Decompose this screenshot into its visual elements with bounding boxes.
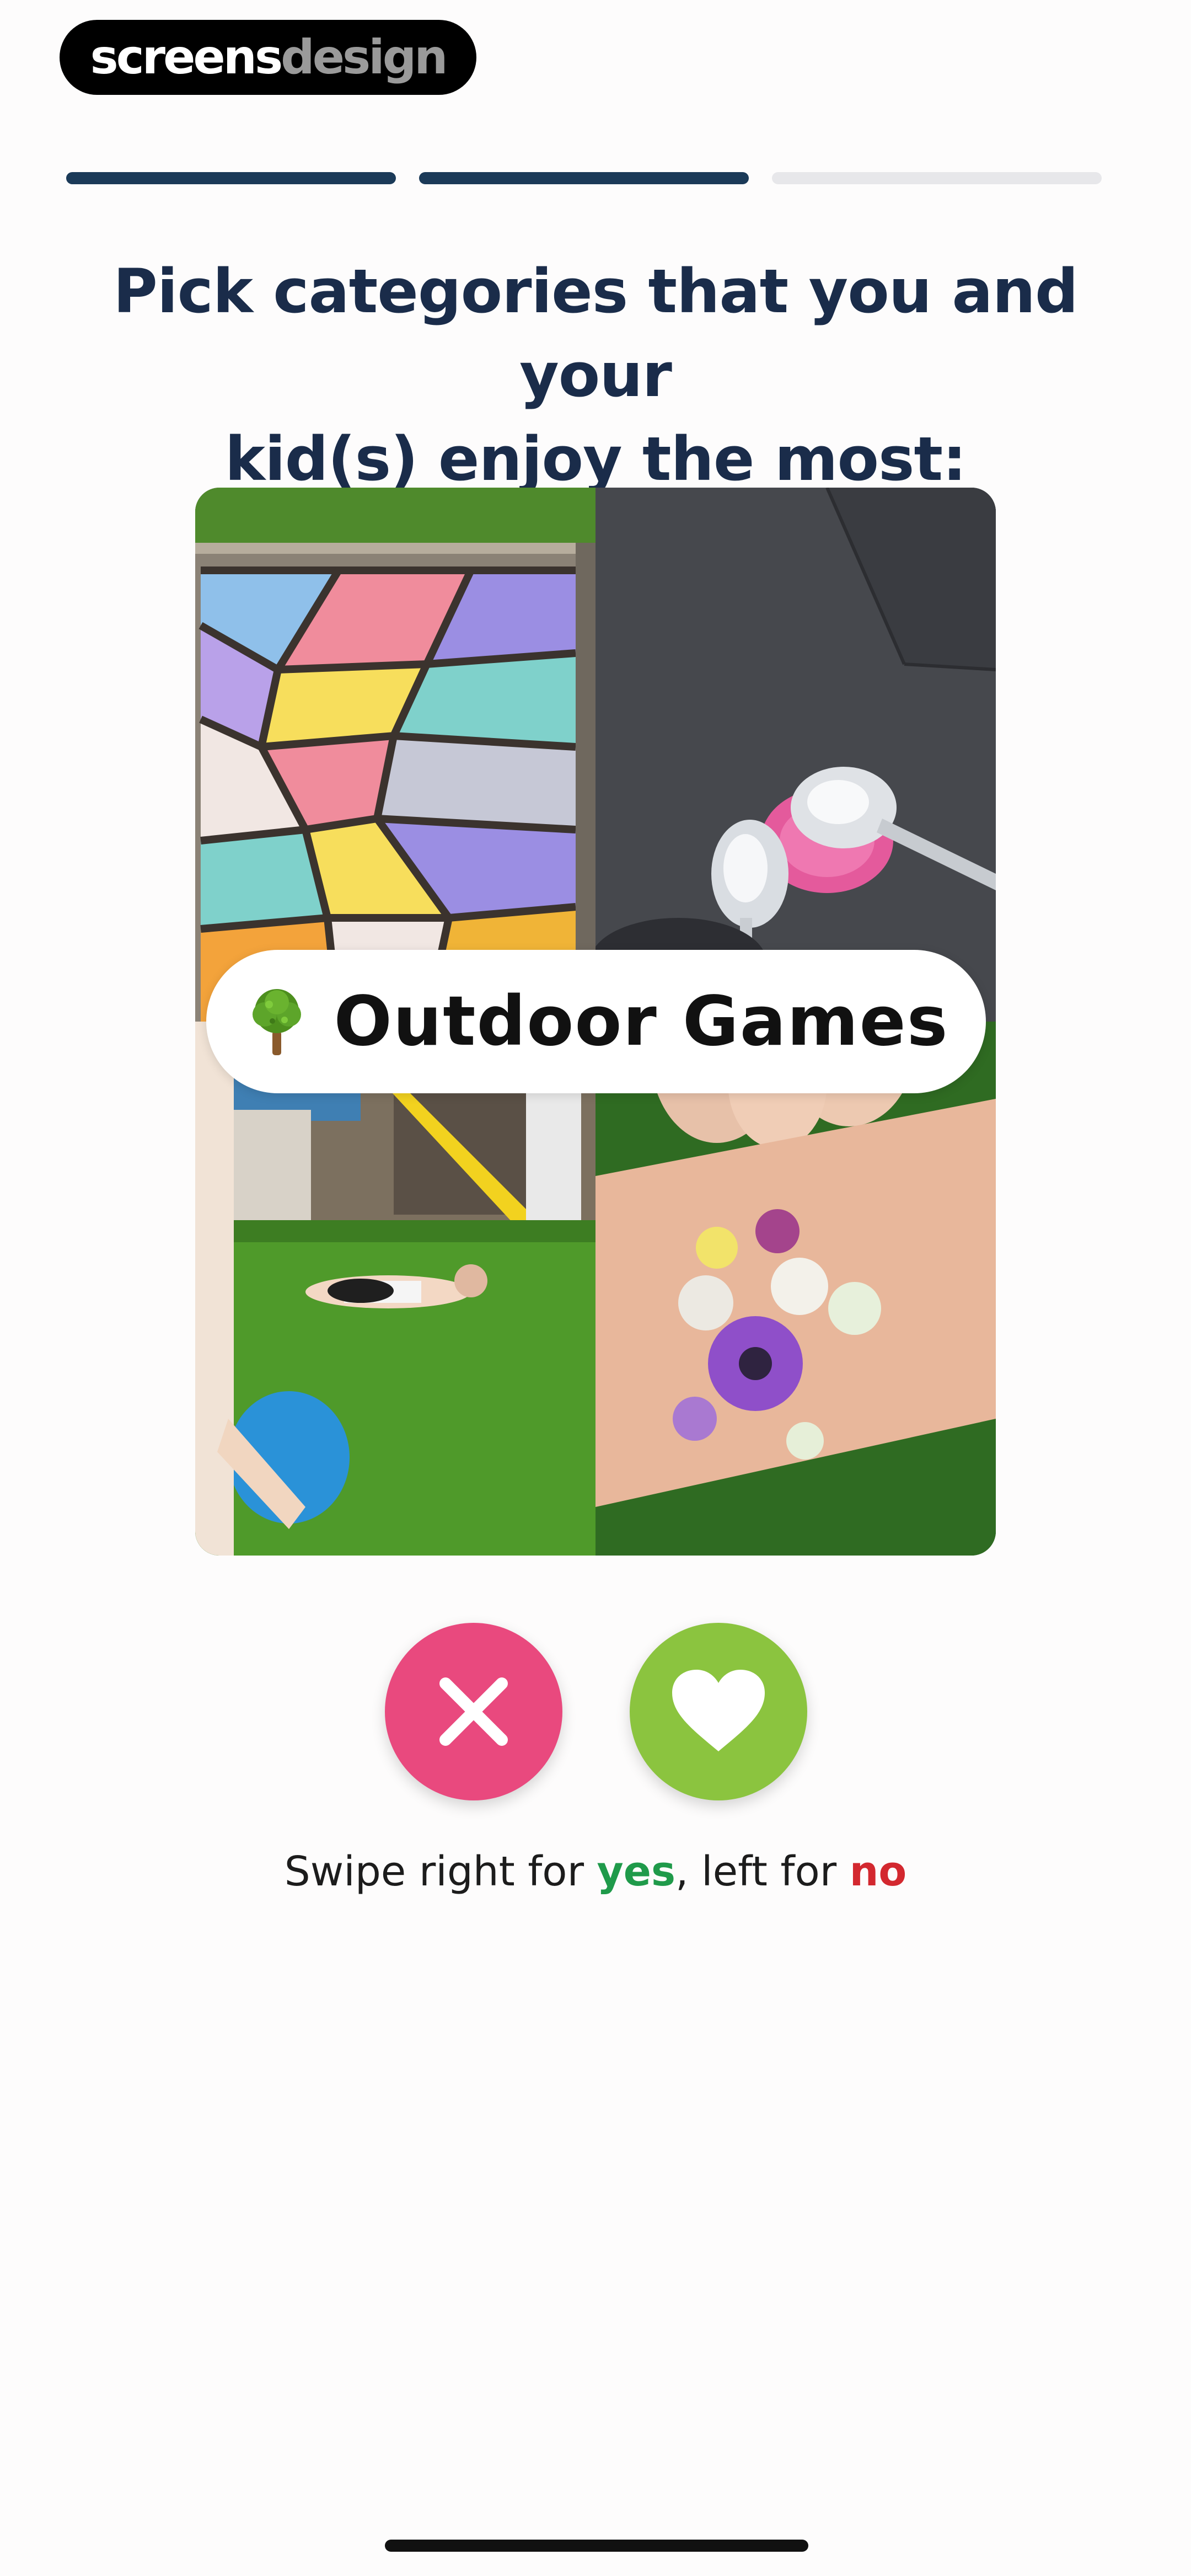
category-name: Outdoor Games — [334, 982, 949, 1061]
swipe-hint-middle: , left for — [675, 1848, 850, 1895]
chalk-art-photo — [195, 488, 596, 1022]
swipe-hint: Swipe right for yes, left for no — [0, 1848, 1191, 1895]
spoon-game-photo — [596, 488, 996, 1022]
progress-step-3 — [772, 172, 1102, 184]
close-x-icon — [439, 1677, 508, 1746]
watermark-part-2: design — [281, 30, 448, 85]
category-label-pill: Outdoor Games — [206, 950, 986, 1093]
kids-backyard-photo — [195, 1022, 596, 1556]
swipe-hint-no: no — [849, 1848, 907, 1895]
progress-step-2 — [419, 172, 749, 184]
progress-step-1 — [66, 172, 396, 184]
onboarding-progress — [66, 172, 1102, 184]
home-indicator[interactable] — [385, 2540, 808, 2552]
page-title-line-1: Pick categories that you and your — [113, 256, 1078, 410]
screensdesign-watermark: screens design — [60, 20, 476, 95]
like-button[interactable] — [630, 1623, 807, 1800]
heart-icon — [672, 1670, 765, 1751]
swipe-hint-prefix: Swipe right for — [284, 1848, 597, 1895]
flower-bracelet-photo — [596, 1022, 996, 1556]
watermark-part-1: screens — [90, 30, 283, 85]
dislike-button[interactable] — [385, 1623, 562, 1800]
swipe-hint-yes: yes — [597, 1848, 675, 1895]
page-title: Pick categories that you and your kid(s)… — [44, 249, 1147, 501]
deciduous-tree-icon — [252, 989, 301, 1055]
